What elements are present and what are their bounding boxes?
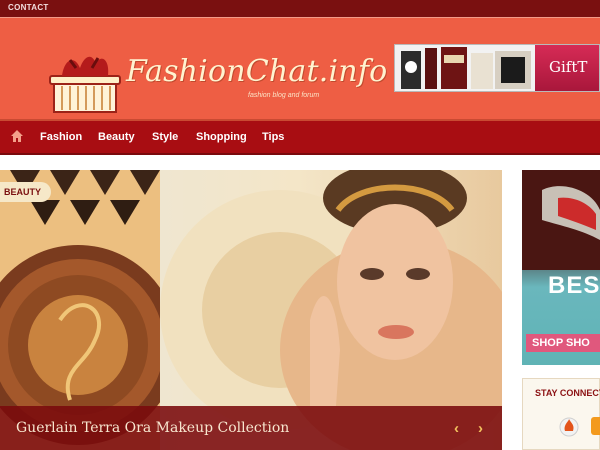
category-badge[interactable]: BEAUTY <box>0 182 52 202</box>
ad-shop-button[interactable]: SHOP SHO <box>526 334 600 352</box>
nav-item-shopping[interactable]: Shopping <box>196 131 247 143</box>
nav-item-fashion[interactable]: Fashion <box>40 131 82 143</box>
slide-title[interactable]: Guerlain Terra Ora Makeup Collection <box>16 420 289 436</box>
logo-emblem-icon <box>49 56 121 113</box>
sidebar-ad[interactable]: BES SHOP SHO <box>522 170 600 365</box>
nav-item-tips[interactable]: Tips <box>262 131 284 143</box>
stay-connected-widget: STAY CONNECTI <box>522 378 600 450</box>
site-tagline: fashion blog and forum <box>248 92 320 99</box>
gift-label: GiftT <box>535 45 599 91</box>
main-nav: Fashion Beauty Style Shopping Tips <box>0 121 600 155</box>
home-icon[interactable] <box>10 129 24 143</box>
next-slide-icon[interactable]: › <box>478 420 483 437</box>
nav-item-style[interactable]: Style <box>152 131 178 143</box>
contact-link[interactable]: CONTACT <box>8 3 49 12</box>
nav-item-beauty[interactable]: Beauty <box>98 131 135 143</box>
slide-caption: Guerlain Terra Ora Makeup Collection ‹ › <box>0 406 502 450</box>
site-header: FashionChat.info fashion blog and forum … <box>0 17 600 121</box>
shoe-image <box>522 170 600 270</box>
site-logo[interactable]: FashionChat.info fashion blog and forum <box>40 46 387 118</box>
stay-connected-title: STAY CONNECTI <box>535 388 600 398</box>
featured-slider[interactable]: BEAUTY Guerlain Terra Ora Makeup Collect… <box>0 170 502 450</box>
product-bottles-image <box>401 47 531 89</box>
header-ad-banner[interactable]: GiftT <box>394 44 600 92</box>
feedburner-icon[interactable] <box>559 417 579 437</box>
rss-icon[interactable] <box>591 417 600 435</box>
prev-slide-icon[interactable]: ‹ <box>454 420 459 437</box>
ad-headline: BES <box>548 272 600 299</box>
site-title: FashionChat.info <box>126 54 388 89</box>
top-bar: CONTACT <box>0 0 600 17</box>
